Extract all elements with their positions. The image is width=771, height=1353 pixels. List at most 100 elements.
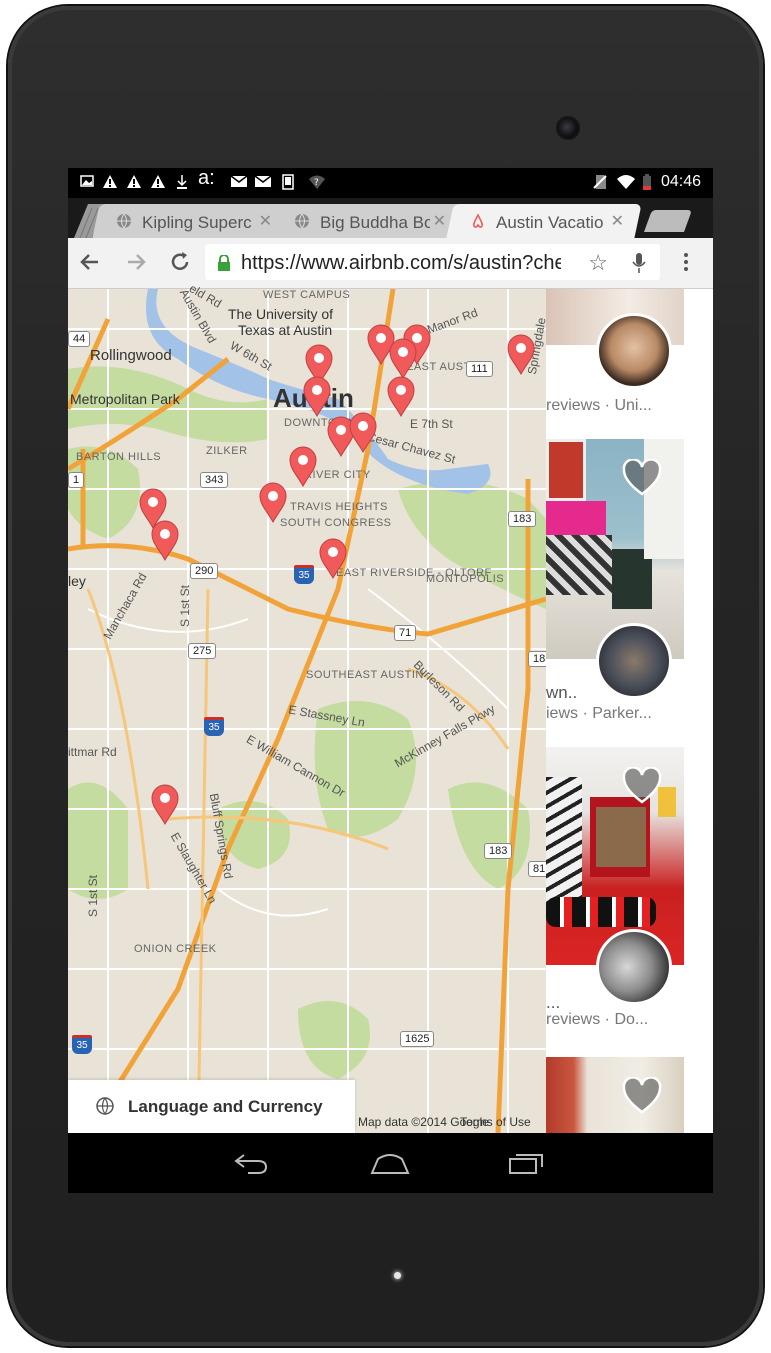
mail-icon (230, 175, 248, 187)
microphone-icon[interactable] (632, 252, 646, 274)
listing-pin[interactable] (348, 411, 378, 453)
close-tab-icon[interactable]: ✕ (433, 211, 446, 231)
front-camera (556, 116, 580, 140)
wifi-question-icon: ? (309, 175, 325, 189)
svg-text:?: ? (314, 178, 319, 188)
map-label: The University of (228, 306, 334, 322)
host-avatar[interactable] (596, 313, 672, 389)
warning-icon (103, 175, 117, 188)
map-label: Texas at Austin (238, 322, 333, 338)
close-tab-icon[interactable]: ✕ (611, 211, 624, 231)
tab-title: Big Buddha Bo (320, 213, 430, 232)
home-nav-icon[interactable] (370, 1151, 410, 1175)
back-nav-icon[interactable] (234, 1151, 270, 1175)
tablet-screen: a: ? 04:46 Kipling Superc ✕ Big Buddha B… (68, 168, 713, 1193)
listing-pin[interactable] (388, 337, 418, 379)
route-shield: 71 (394, 625, 417, 641)
tab-austin-vacation[interactable]: Austin Vacatio ✕ (446, 204, 642, 238)
route-shield: 275 (188, 643, 217, 659)
back-icon[interactable] (78, 250, 102, 274)
wifi-icon (617, 175, 635, 189)
map-label: ONION CREEK (134, 943, 217, 955)
map-label: ley (68, 573, 86, 589)
map-label: SOUTHEAST AUSTIN (306, 669, 424, 681)
host-avatar[interactable] (596, 929, 672, 1005)
listing-meta: iews · Parker... (546, 705, 652, 722)
map-label: MONTOPOLIS (426, 573, 505, 585)
interstate-shield: 35 (72, 1035, 92, 1054)
map-view[interactable]: WEST CAMPUS The University of Texas at A… (68, 281, 557, 1133)
listing-photo[interactable] (546, 747, 684, 965)
listing-pin[interactable] (302, 375, 332, 417)
listing-panel[interactable]: reviews · Uni... wn.. iews · Parker... .… (546, 289, 713, 1133)
listing-photo[interactable] (546, 439, 684, 659)
listing-pin[interactable] (386, 375, 416, 417)
map-label: SOUTH CONGRESS (280, 517, 392, 529)
route-shield: 1 (68, 472, 85, 488)
new-tab-button[interactable] (643, 210, 693, 232)
tab-title: Austin Vacatio (496, 213, 604, 232)
map-label: Rollingwood (90, 347, 172, 364)
route-shield: 343 (200, 472, 229, 488)
route-shield: 290 (190, 563, 219, 579)
menu-icon[interactable] (674, 250, 698, 274)
host-avatar[interactable] (596, 623, 672, 699)
notification-led (394, 1272, 401, 1279)
listing-card[interactable]: ... reviews · Do... (546, 747, 713, 1037)
listing-pin[interactable] (150, 519, 180, 561)
status-bar: a: ? 04:46 (68, 168, 713, 198)
listing-card[interactable]: reviews · Uni... (546, 289, 713, 429)
close-tab-icon[interactable]: ✕ (259, 211, 272, 231)
bookmark-star-icon[interactable]: ☆ (588, 250, 608, 276)
omnibox[interactable]: https://www.airbnb.com/s/austin?che ☆ (205, 244, 660, 280)
listing-card[interactable] (546, 1057, 713, 1133)
map-label: S 1st St (178, 584, 193, 628)
globe-icon (96, 1097, 114, 1116)
recent-apps-icon[interactable] (508, 1151, 544, 1175)
listing-card[interactable]: wn.. iews · Parker... (546, 439, 713, 729)
tab-strip: Kipling Superc ✕ Big Buddha Bo ✕ Austin … (68, 198, 713, 238)
map-label: S 1st St (86, 874, 101, 918)
listing-pin[interactable] (258, 481, 288, 523)
tab-title: Kipling Superc (142, 213, 252, 232)
route-shield: 44 (68, 331, 91, 347)
map-label: Metropolitan Park (70, 391, 180, 407)
warning-icon (151, 175, 165, 188)
map-label: TRAVIS HEIGHTS (290, 501, 388, 513)
tab-big-buddha[interactable]: Big Buddha Bo ✕ (270, 204, 464, 238)
clock: 04:46 (660, 173, 701, 190)
favorite-heart-icon[interactable] (622, 767, 662, 805)
route-shield: 183 (508, 511, 537, 527)
warning-icon (127, 175, 141, 188)
app-icon: a: (198, 168, 215, 189)
map-label: ittmar Rd (68, 745, 117, 759)
favorite-heart-icon[interactable] (622, 459, 662, 497)
listing-pin[interactable] (506, 333, 536, 375)
battery-low-icon (643, 174, 651, 190)
device-icon (282, 174, 294, 190)
listing-pin[interactable] (318, 537, 348, 579)
favorite-heart-icon[interactable] (622, 1077, 662, 1115)
listing-title: wn.. (546, 683, 578, 702)
android-navigation-bar (68, 1133, 713, 1193)
interstate-shield: 35 (294, 565, 314, 584)
image-icon (80, 175, 94, 187)
listing-pin[interactable] (150, 783, 180, 825)
language-currency-button[interactable]: Language and Currency (68, 1080, 355, 1133)
browser-toolbar: https://www.airbnb.com/s/austin?che ☆ (68, 238, 713, 289)
listing-meta: reviews · Uni... (546, 397, 652, 414)
mail-icon (254, 175, 272, 187)
url-text: https://www.airbnb.com/s/austin?che (241, 252, 561, 274)
reload-icon[interactable] (168, 250, 192, 274)
forward-icon[interactable] (124, 250, 148, 274)
tab-kipling[interactable]: Kipling Superc ✕ (92, 204, 290, 238)
listing-photo[interactable] (546, 1057, 684, 1133)
listing-title: ... (546, 993, 561, 1012)
terms-link[interactable]: Terms of Use (460, 1115, 531, 1129)
globe-icon (295, 213, 309, 229)
download-icon (177, 175, 187, 189)
listing-pin[interactable] (288, 445, 318, 487)
map-label: E 7th St (410, 417, 453, 431)
map-label: ZILKER (206, 445, 248, 457)
map-label: WEST CAMPUS (263, 289, 351, 301)
